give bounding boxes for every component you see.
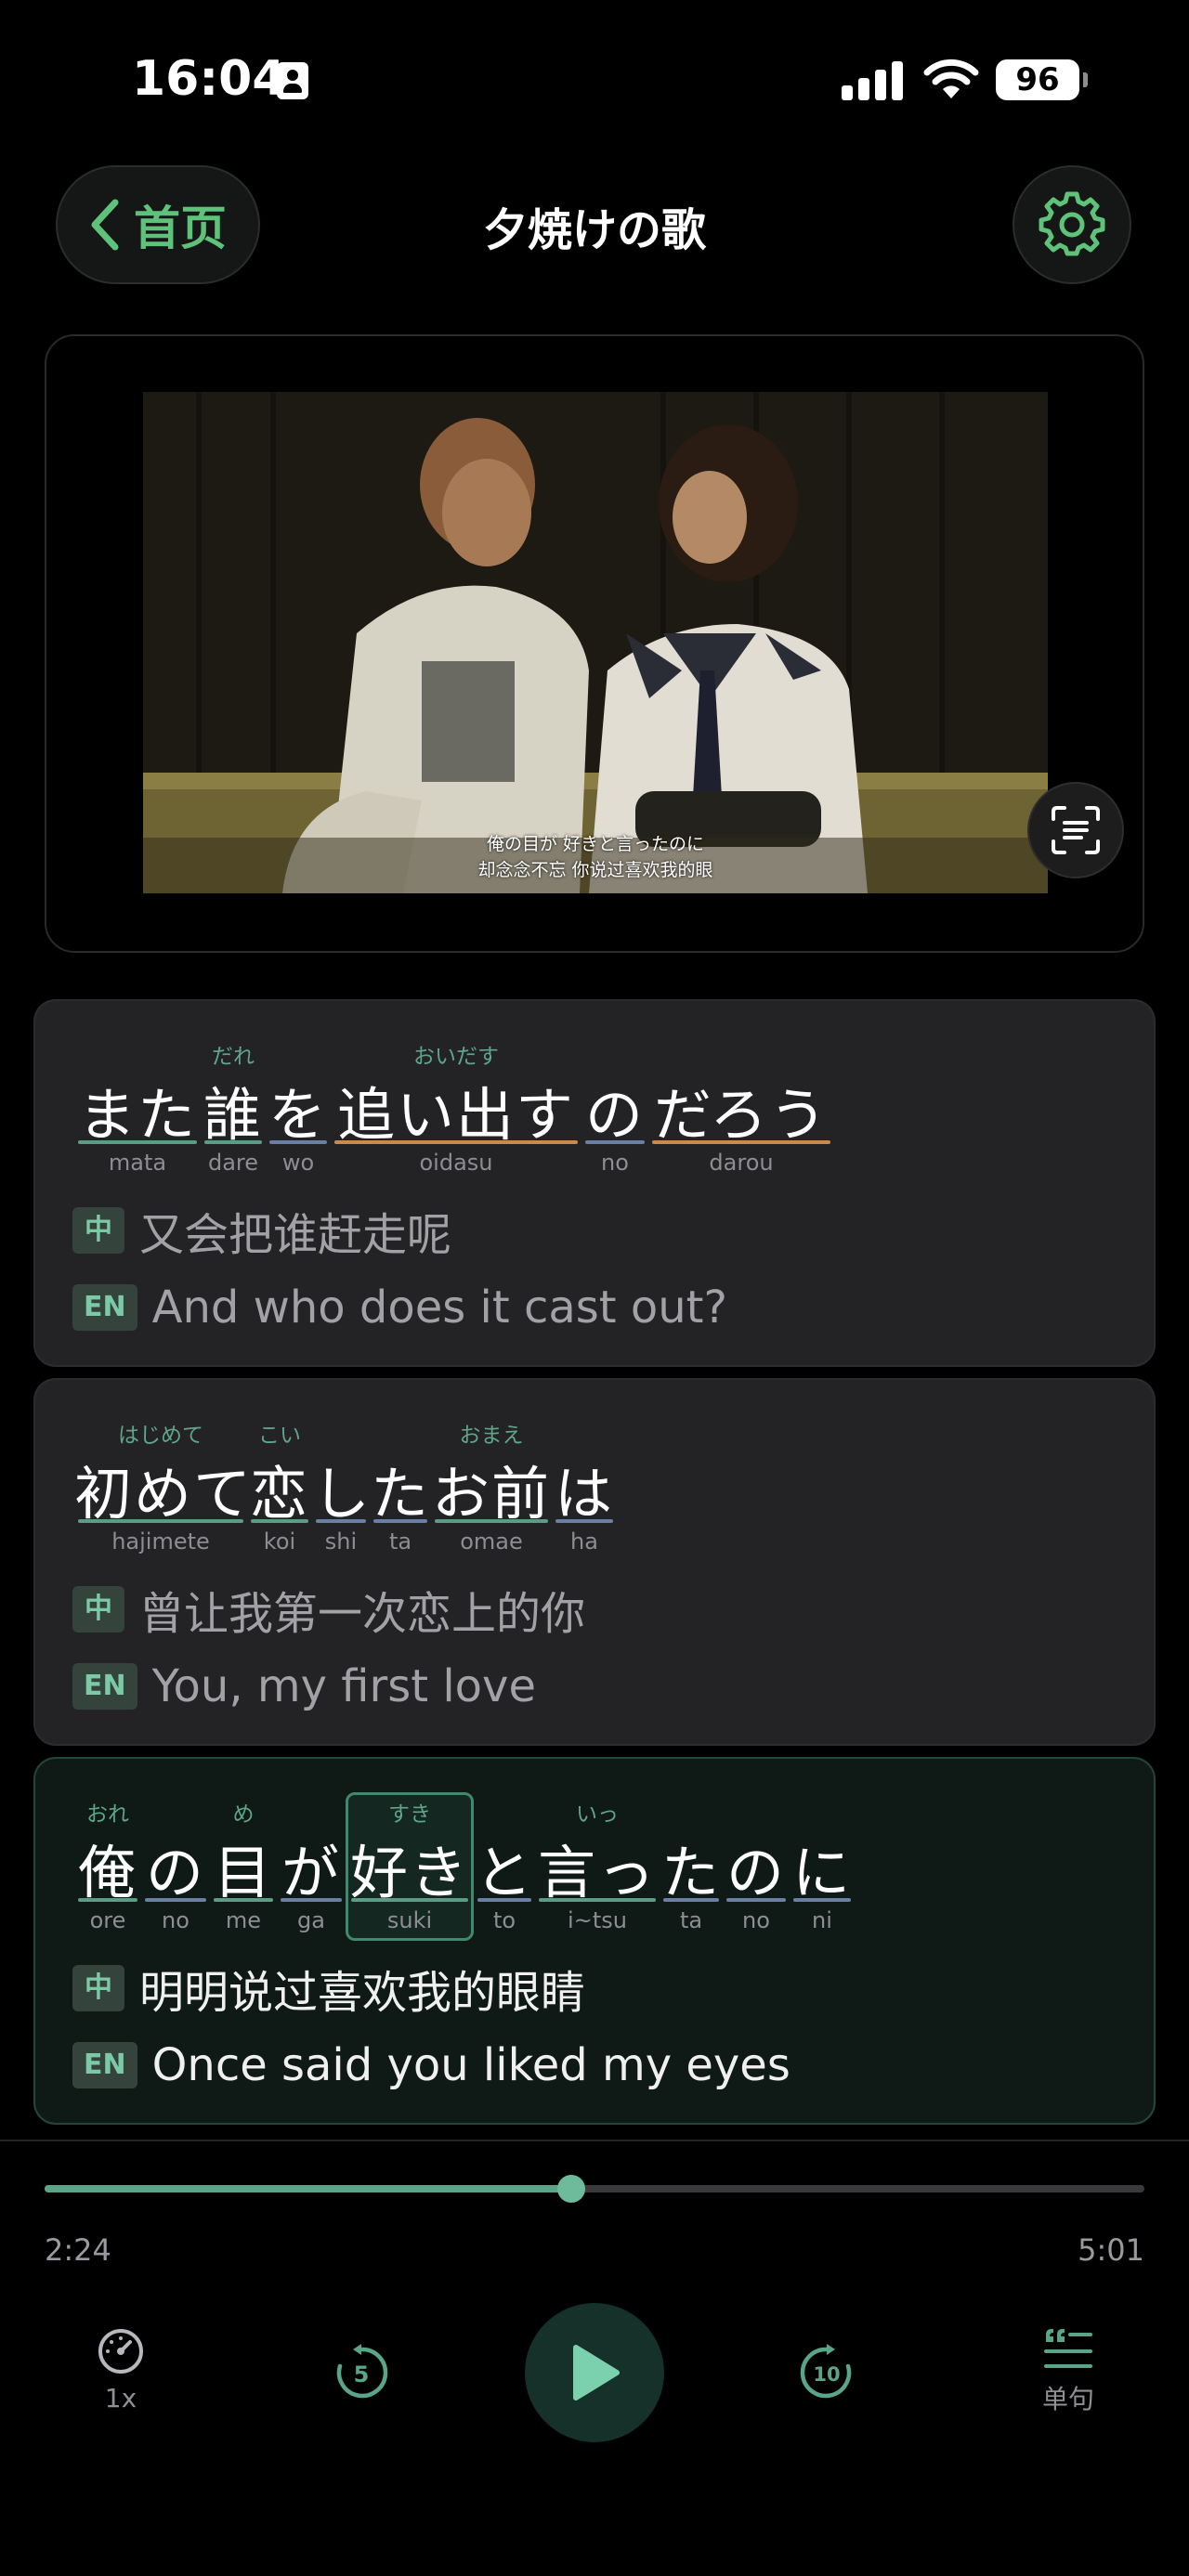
word-token[interactable]: おいだす 追い出す oidasu <box>331 1038 581 1177</box>
settings-button[interactable] <box>1013 165 1131 284</box>
speedometer-icon <box>98 2329 143 2374</box>
quote-list-icon <box>1044 2329 1092 2368</box>
word-token-selected[interactable]: すき 好き suki <box>346 1792 474 1941</box>
word-token[interactable]: はじめて 初めて hajimete <box>74 1417 251 1556</box>
chinese-tag: 中 <box>72 1207 124 1254</box>
chinese-translation: 曾让我第一次恋上的你 <box>139 1588 586 1640</box>
video-subtitle-cn: 却念念不忘 你说过喜欢我的眼 <box>477 860 713 880</box>
forward-10-icon: 10 <box>800 2344 852 2399</box>
battery-indicator: 96 <box>996 59 1088 100</box>
play-button[interactable] <box>525 2303 664 2442</box>
chinese-translation: 又会把谁赶走呢 <box>139 1209 452 1261</box>
current-time: 2:24 <box>45 2232 111 2268</box>
cellular-signal-icon <box>842 61 903 100</box>
wifi-icon <box>923 59 979 98</box>
page-title: 夕焼けの歌 <box>482 204 706 256</box>
chinese-tag: 中 <box>72 1965 124 2011</box>
lyric-card-current[interactable]: おれ俺 ore の no め目 me が ga すき 好き suki と to いっ 言っ i~t… <box>33 1757 1156 2125</box>
chinese-translation: 明明说过喜欢我的眼睛 <box>139 1967 586 2019</box>
clock: 16:04 <box>132 51 286 107</box>
english-translation-row: EN And who does it cast out? <box>72 1281 727 1334</box>
english-translation: You, my first love <box>151 1660 536 1712</box>
play-icon <box>573 2345 620 2400</box>
progress-fill <box>45 2185 572 2192</box>
english-translation: And who does it cast out? <box>151 1281 727 1334</box>
total-time: 5:01 <box>1078 2232 1144 2268</box>
english-tag: EN <box>72 1284 137 1331</box>
gear-icon <box>1039 191 1105 256</box>
speed-button[interactable]: 1x <box>84 2325 158 2413</box>
text-scan-icon <box>1052 806 1100 854</box>
subtitle-scan-button[interactable] <box>1027 782 1124 878</box>
chinese-tag: 中 <box>72 1586 124 1633</box>
svg-text:10: 10 <box>813 2363 840 2386</box>
progress-knob[interactable] <box>557 2175 586 2203</box>
lyric-card[interactable]: また mata だれ誰 dare を wo おいだす 追い出す oidasu の no だろ… <box>33 999 1156 1367</box>
status-bar: 16:04 96 <box>0 0 1189 158</box>
english-tag: EN <box>72 1663 137 1710</box>
forward-button[interactable]: 10 <box>793 2342 860 2403</box>
rewind-button[interactable]: 5 <box>329 2342 394 2403</box>
word-token[interactable]: だろう darou <box>648 1038 834 1177</box>
speed-label: 1x <box>104 2383 137 2413</box>
word-token[interactable]: に ni <box>790 1796 855 1935</box>
video-subtitle-jp: 俺の目が 好きと言ったのに <box>486 834 705 854</box>
lyric-card[interactable]: はじめて 初めて hajimete こい恋 koi し shi た ta おまえ お前 oma… <box>33 1378 1156 1746</box>
contact-card-icon <box>277 62 308 99</box>
english-tag: EN <box>72 2042 137 2088</box>
english-translation-row: EN Once said you liked my eyes <box>72 2039 790 2091</box>
svg-text:5: 5 <box>354 2361 370 2387</box>
word-token[interactable]: は ha <box>552 1417 617 1556</box>
video-card: 俺の目が 好きと言ったのに 却念念不忘 你说过喜欢我的眼 <box>45 334 1144 953</box>
chinese-translation-row: 中 曾让我第一次恋上的你 <box>72 1577 585 1642</box>
english-translation: Once said you liked my eyes <box>151 2039 790 2091</box>
rewind-5-icon: 5 <box>336 2344 388 2399</box>
video-player[interactable]: 俺の目が 好きと言ったのに 却念念不忘 你说过喜欢我的眼 <box>143 392 1048 893</box>
chinese-translation-row: 中 明明说过喜欢我的眼睛 <box>72 1956 585 2021</box>
player-divider <box>0 2140 1189 2141</box>
sentence-mode-button[interactable]: 单句 <box>1031 2329 1105 2416</box>
sentence-mode-label: 单句 <box>1041 2384 1094 2414</box>
english-translation-row: EN You, my first love <box>72 1660 536 1712</box>
chinese-translation-row: 中 又会把谁赶走呢 <box>72 1198 451 1263</box>
video-frame-image <box>143 392 1048 893</box>
progress-slider[interactable] <box>45 2175 1144 2203</box>
